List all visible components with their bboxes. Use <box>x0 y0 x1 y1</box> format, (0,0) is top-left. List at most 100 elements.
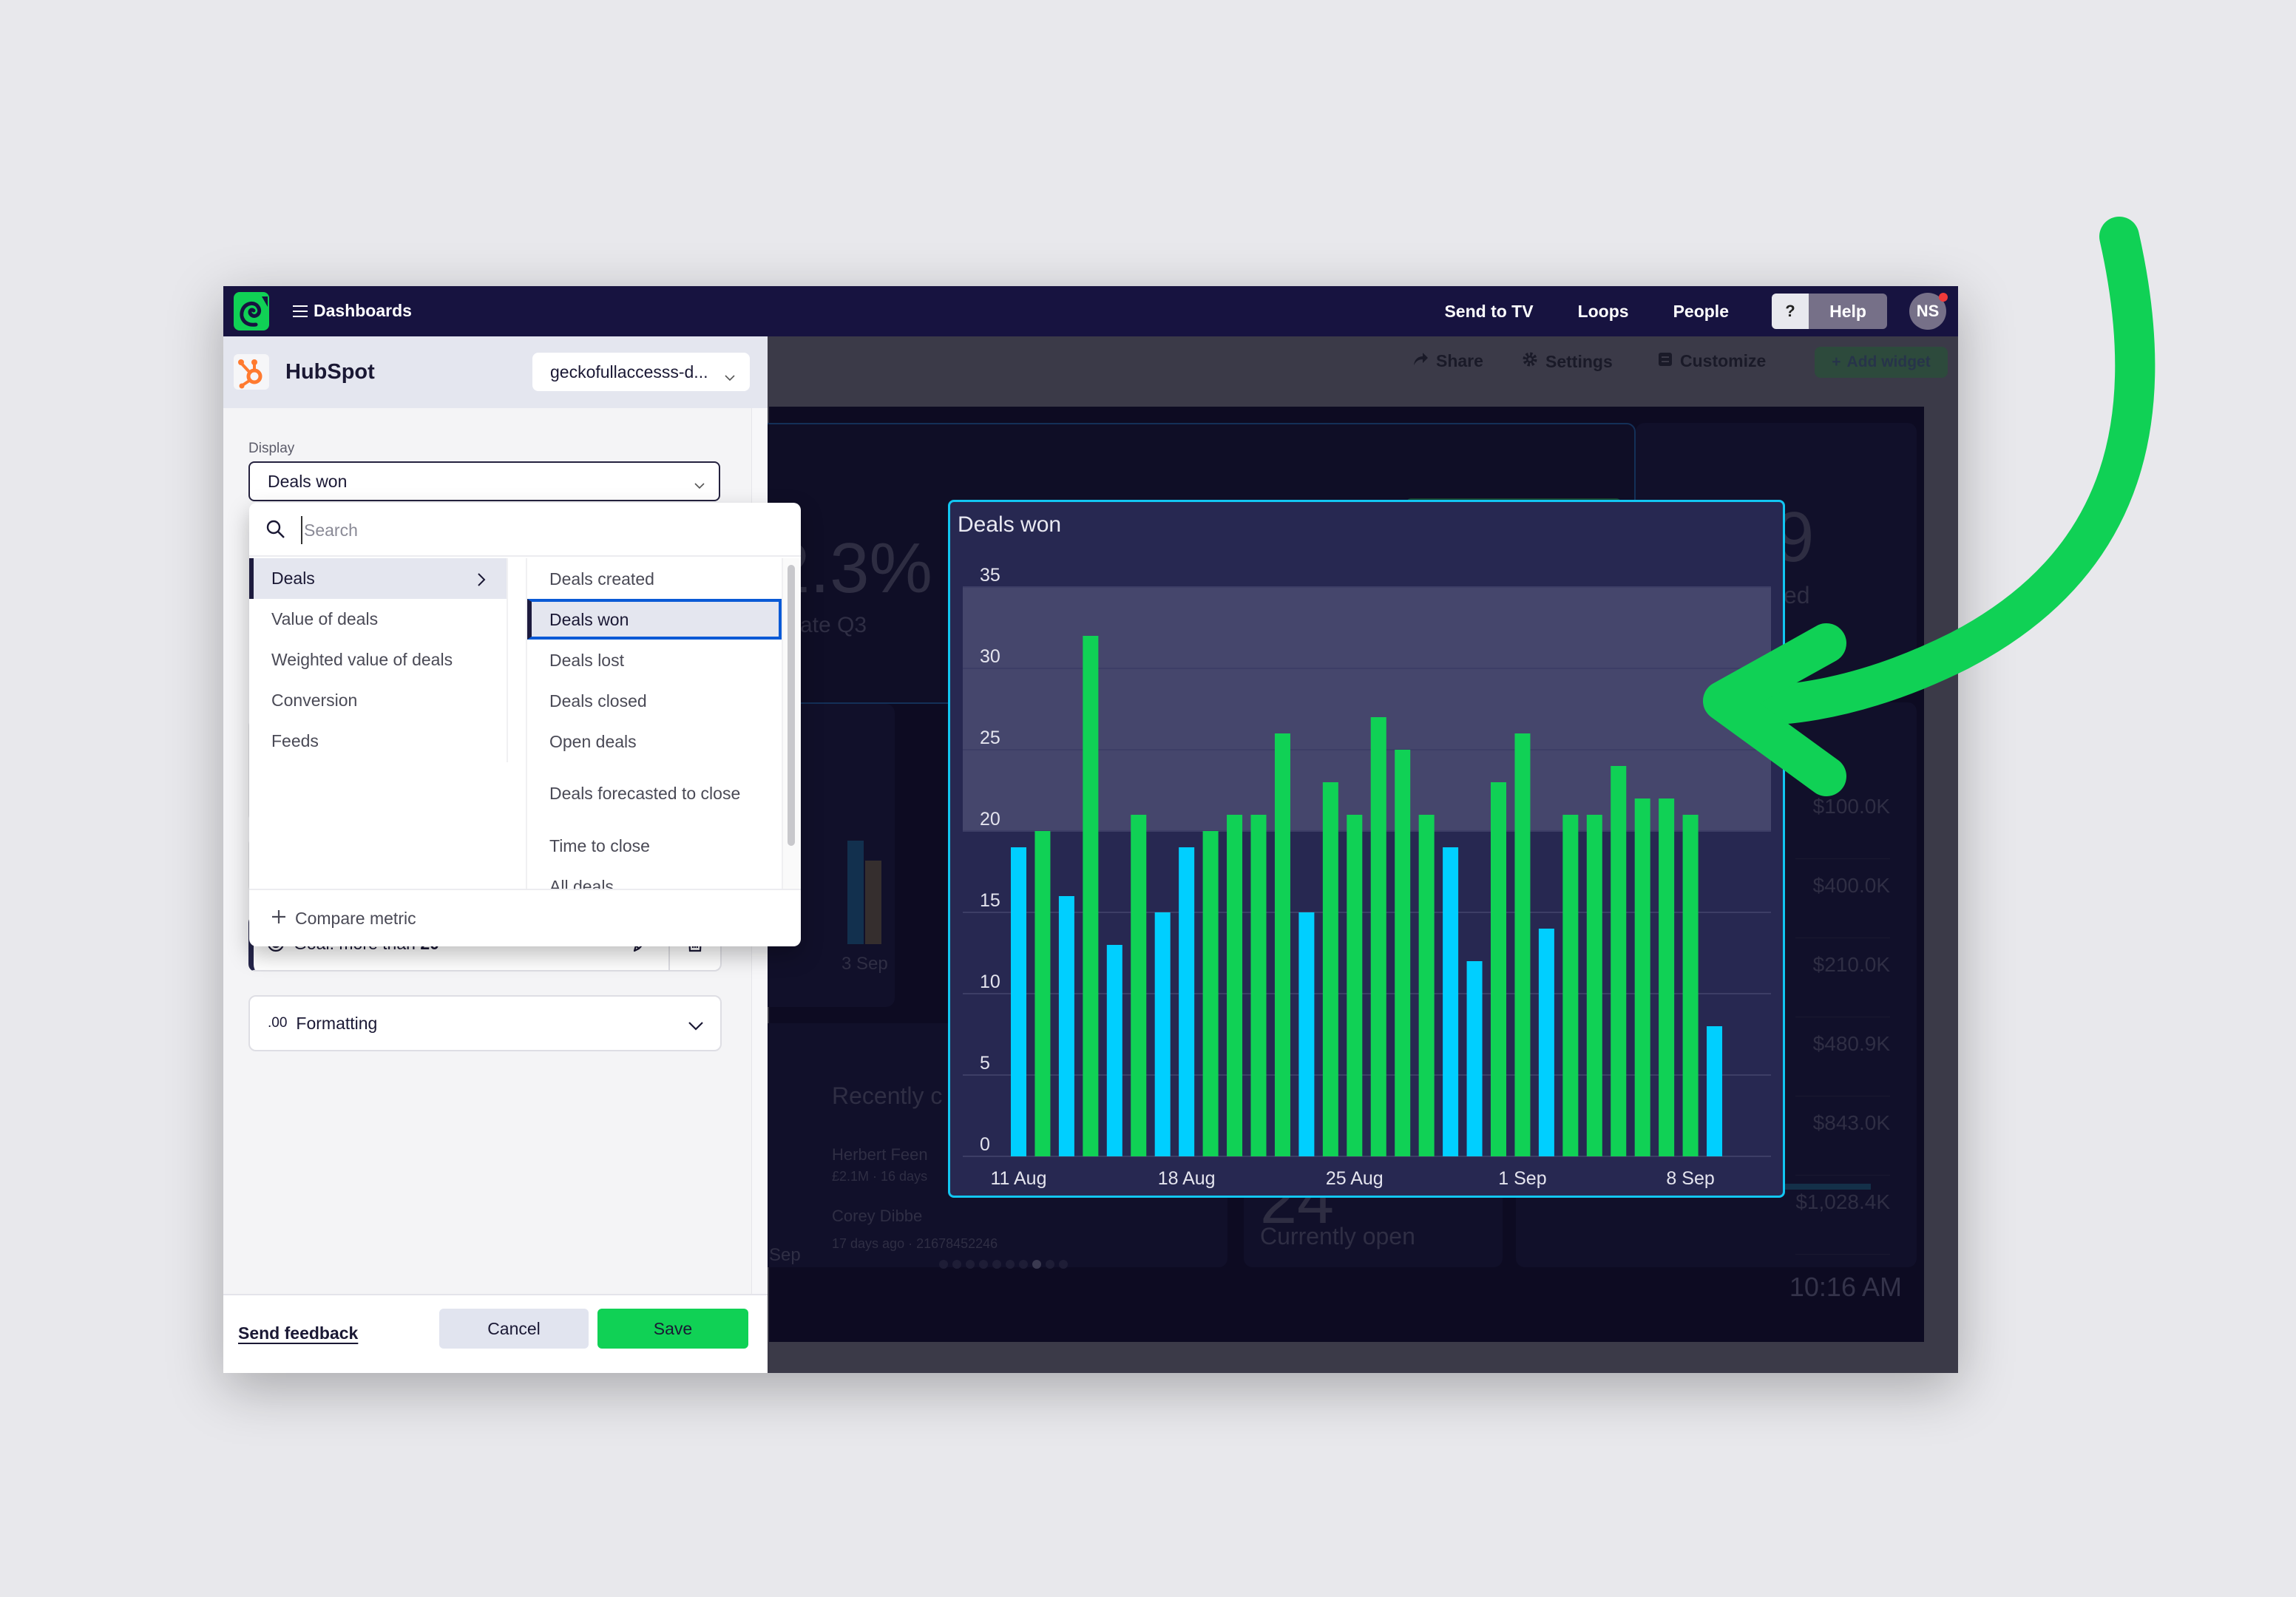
gear-icon <box>1522 351 1538 372</box>
bar <box>1586 815 1602 1156</box>
display-value: Deals won <box>268 471 348 491</box>
bar <box>1466 961 1483 1156</box>
metric-item[interactable]: Deals won <box>527 599 782 640</box>
category-item[interactable]: Value of deals <box>249 599 507 640</box>
display-select[interactable]: Deals won <box>248 461 720 501</box>
metric-item[interactable]: Deals created <box>527 558 782 599</box>
chevron-down-icon <box>694 475 705 495</box>
metric-item[interactable]: Time to close <box>527 825 782 866</box>
notification-dot <box>1939 293 1948 302</box>
feed-item-meta: 17 days ago · 21678452246 <box>832 1236 998 1251</box>
bar <box>1562 815 1579 1156</box>
share-label: Share <box>1436 351 1483 370</box>
category-label: Feeds <box>271 731 319 750</box>
save-button[interactable]: Save <box>597 1309 748 1349</box>
dashboard-toolbar: Share Settings Customize + Add widget <box>769 336 1958 407</box>
leaderboard-value: $843.0K <box>1795 1096 1890 1176</box>
nav-loops[interactable]: Loops <box>1578 302 1629 322</box>
nav-send-to-tv[interactable]: Send to TV <box>1444 302 1533 322</box>
stat-caption: ate Q3 <box>800 613 867 637</box>
customize-icon <box>1658 351 1673 371</box>
dashboards-label: Dashboards <box>314 301 412 320</box>
bar <box>1083 636 1099 1156</box>
y-tick-label: 0 <box>980 1134 990 1155</box>
bar <box>1634 798 1650 1156</box>
bar <box>1707 1026 1723 1156</box>
carousel-dot[interactable] <box>1006 1260 1015 1269</box>
hamburger-icon <box>293 305 308 317</box>
y-tick-label: 25 <box>980 728 1000 748</box>
category-label: Weighted value of deals <box>271 650 453 669</box>
category-item[interactable]: Weighted value of deals <box>249 640 507 680</box>
plus-icon <box>271 909 286 929</box>
search-icon <box>265 519 286 543</box>
bar <box>1395 750 1411 1156</box>
add-widget-button[interactable]: + Add widget <box>1815 347 1948 378</box>
mini-chart-label: 3 Sep <box>841 954 888 974</box>
bar <box>1034 831 1051 1156</box>
formatting-label: Formatting <box>296 1013 378 1033</box>
metric-item[interactable]: Deals forecasted to close <box>527 762 782 825</box>
search-input[interactable] <box>301 516 671 544</box>
carousel-dot[interactable] <box>1059 1260 1068 1269</box>
bar <box>1659 798 1675 1156</box>
category-label: Conversion <box>271 691 358 710</box>
source-title: HubSpot <box>285 360 375 384</box>
y-tick-label: 20 <box>980 809 1000 830</box>
nav-people[interactable]: People <box>1673 302 1729 322</box>
carousel-dot[interactable] <box>1032 1260 1041 1269</box>
carousel-dot[interactable] <box>1019 1260 1028 1269</box>
category-item[interactable]: Deals <box>249 558 507 599</box>
formatting-row[interactable]: .00 Formatting <box>248 995 722 1051</box>
bar <box>1491 782 1506 1156</box>
dashboards-menu[interactable]: Dashboards <box>293 301 412 321</box>
bar <box>1202 831 1219 1156</box>
bar <box>1514 733 1531 1156</box>
carousel-dot[interactable] <box>966 1260 975 1269</box>
metric-item[interactable]: All deals <box>527 866 782 889</box>
account-select[interactable]: geckofullaccesss-d... <box>532 353 750 391</box>
bar <box>1179 847 1195 1156</box>
top-nav: Dashboards Send to TV Loops People ? Hel… <box>223 286 1958 336</box>
cancel-button[interactable]: Cancel <box>439 1309 589 1349</box>
feed-title: Recently c <box>832 1082 943 1109</box>
help-button[interactable]: ? Help <box>1772 294 1887 329</box>
carousel-dot[interactable] <box>992 1260 1001 1269</box>
customize-button[interactable]: Customize <box>1658 351 1766 371</box>
feed-item-meta: £2.1M · 16 days <box>832 1169 928 1184</box>
deals-won-chart-widget[interactable]: Deals won 0 5 10 15 20 25 30 35 11 Aug 18 Aug 25 A… <box>948 500 1785 1198</box>
geckoboard-logo[interactable] <box>234 292 269 330</box>
customize-label: Customize <box>1680 351 1767 370</box>
carousel-dot[interactable] <box>979 1260 988 1269</box>
chevron-down-icon[interactable] <box>688 1016 704 1036</box>
metric-item[interactable]: Open deals <box>527 721 782 762</box>
compare-metric-button[interactable]: Compare metric <box>249 889 801 946</box>
send-feedback-link[interactable]: Send feedback <box>238 1323 358 1343</box>
bar <box>1250 815 1267 1156</box>
chevron-right-icon <box>477 572 486 591</box>
avatar-initials: NS <box>1916 302 1940 320</box>
x-tick-label: 1 Sep <box>1498 1168 1546 1189</box>
carousel-dot[interactable] <box>1046 1260 1054 1269</box>
category-item[interactable]: Conversion <box>249 680 507 721</box>
account-value: geckofullaccesss-d... <box>550 362 708 382</box>
metric-item[interactable]: Deals lost <box>527 640 782 680</box>
category-item[interactable]: Feeds <box>249 721 507 762</box>
share-icon <box>1412 351 1429 371</box>
carousel-dot[interactable] <box>939 1260 948 1269</box>
carousel-dot[interactable] <box>952 1260 961 1269</box>
bar <box>1322 782 1338 1156</box>
user-avatar[interactable]: NS <box>1909 293 1948 330</box>
bar <box>1347 815 1363 1156</box>
bar <box>1682 815 1699 1156</box>
category-label: Deals <box>271 569 315 588</box>
settings-button[interactable]: Settings <box>1522 351 1613 372</box>
bar <box>1011 847 1026 1156</box>
share-button[interactable]: Share <box>1412 351 1483 371</box>
metric-scrollbar-thumb[interactable] <box>788 565 795 846</box>
help-label: Help <box>1809 294 1887 329</box>
metric-item[interactable]: Deals closed <box>527 680 782 721</box>
settings-label: Settings <box>1545 351 1613 371</box>
metric-list: Deals created Deals won Deals lost Deals cl… <box>526 558 782 889</box>
search-row <box>249 503 801 557</box>
